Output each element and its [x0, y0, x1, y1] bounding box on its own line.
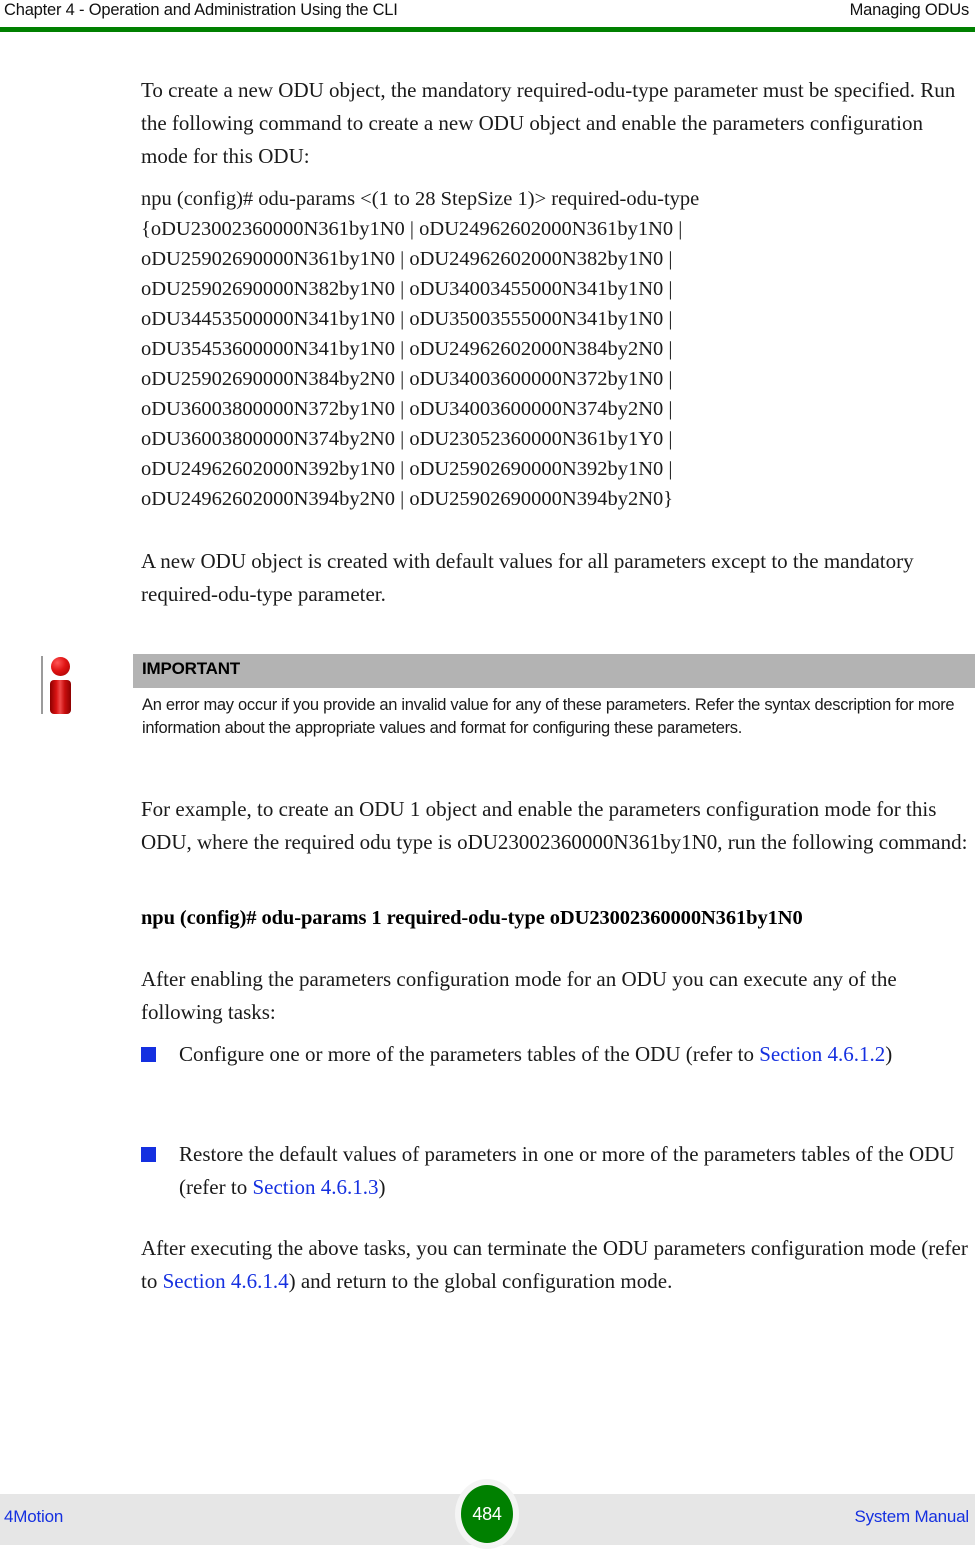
page-number-badge-ring: 484 — [455, 1479, 519, 1549]
header-chapter-title: Chapter 4 - Operation and Administration… — [4, 1, 398, 19]
important-note-body: An error may occur if you provide an inv… — [142, 696, 955, 737]
after-enabling-paragraph: After enabling the parameters configurat… — [141, 963, 971, 1029]
cli-line: {oDU23002360000N361by1N0 | oDU2496260200… — [141, 218, 683, 240]
note-icon-rule — [41, 656, 43, 714]
cli-line: oDU36003800000N374by2N0 | oDU23052360000… — [141, 428, 673, 450]
page-number-badge: 484 — [461, 1485, 513, 1543]
example-lead-paragraph-text: For example, to create an ODU 1 object a… — [141, 797, 968, 854]
bullet-square-icon — [141, 1047, 156, 1062]
intro-paragraph-text: To create a new ODU object, the mandator… — [141, 78, 956, 168]
cli-line: oDU24962602000N392by1N0 | oDU25902690000… — [141, 458, 673, 480]
page-header: Chapter 4 - Operation and Administration… — [0, 0, 975, 32]
page-footer: 4Motion 484 System Manual — [0, 1479, 975, 1549]
list-item: Configure one or more of the parameters … — [141, 1038, 971, 1071]
cli-line: oDU34453500000N341by1N0 | oDU35003555000… — [141, 308, 673, 330]
list-item-text-after: ) — [378, 1175, 386, 1199]
closing-paragraph-text: After executing the above tasks, you can… — [141, 1232, 971, 1298]
example-lead-paragraph: For example, to create an ODU 1 object a… — [141, 793, 971, 859]
cli-line: npu (config)# odu-params <(1 to 28 StepS… — [141, 188, 700, 210]
footer-product-name: 4Motion — [4, 1507, 64, 1526]
cli-line: oDU25902690000N384by2N0 | oDU34003600000… — [141, 368, 673, 390]
list-item-text-after: ) — [885, 1042, 893, 1066]
closing-text-after: ) and return to the global configuration… — [288, 1269, 673, 1293]
cli-line: oDU25902690000N361by1N0 | oDU24962602000… — [141, 248, 673, 270]
important-note-title-bar: IMPORTANT — [133, 654, 975, 688]
after-command-paragraph: A new ODU object is created with default… — [141, 545, 971, 611]
list-item: Restore the default values of parameters… — [141, 1138, 971, 1204]
example-command: npu (config)# odu-params 1 required-odu-… — [141, 907, 803, 929]
bullet-square-icon — [141, 1147, 156, 1162]
section-link-4-6-1-4[interactable]: Section 4.6.1.4 — [163, 1269, 289, 1293]
cli-command-block: npu (config)# odu-params <(1 to 28 StepS… — [141, 184, 881, 514]
closing-paragraph: After executing the above tasks, you can… — [141, 1232, 971, 1298]
header-section-title: Managing ODUs — [849, 1, 970, 19]
header-rule — [0, 27, 975, 32]
cli-line: oDU25902690000N382by1N0 | oDU34003455000… — [141, 278, 673, 300]
info-important-icon — [41, 654, 87, 716]
list-item-text: Restore the default values of parameters… — [179, 1138, 971, 1204]
note-icon-stem — [50, 680, 71, 714]
section-link-4-6-1-3[interactable]: Section 4.6.1.3 — [252, 1175, 378, 1199]
footer-document-title: System Manual — [854, 1507, 969, 1526]
important-note-title: IMPORTANT — [142, 659, 240, 678]
important-note: IMPORTANT An error may occur if you prov… — [0, 654, 975, 779]
cli-line: oDU24962602000N394by2N0 | oDU25902690000… — [141, 488, 674, 510]
after-enabling-paragraph-text: After enabling the parameters configurat… — [141, 967, 897, 1024]
cli-line: oDU35453600000N341by1N0 | oDU24962602000… — [141, 338, 673, 360]
cli-line: oDU36003800000N372by1N0 | oDU34003600000… — [141, 398, 673, 420]
section-link-4-6-1-2[interactable]: Section 4.6.1.2 — [759, 1042, 885, 1066]
intro-paragraph: To create a new ODU object, the mandator… — [141, 74, 971, 173]
after-command-paragraph-text: A new ODU object is created with default… — [141, 549, 914, 606]
list-item-text: Configure one or more of the parameters … — [179, 1038, 971, 1071]
note-icon-dot — [51, 657, 70, 676]
list-item-text-before: Configure one or more of the parameters … — [179, 1042, 760, 1066]
